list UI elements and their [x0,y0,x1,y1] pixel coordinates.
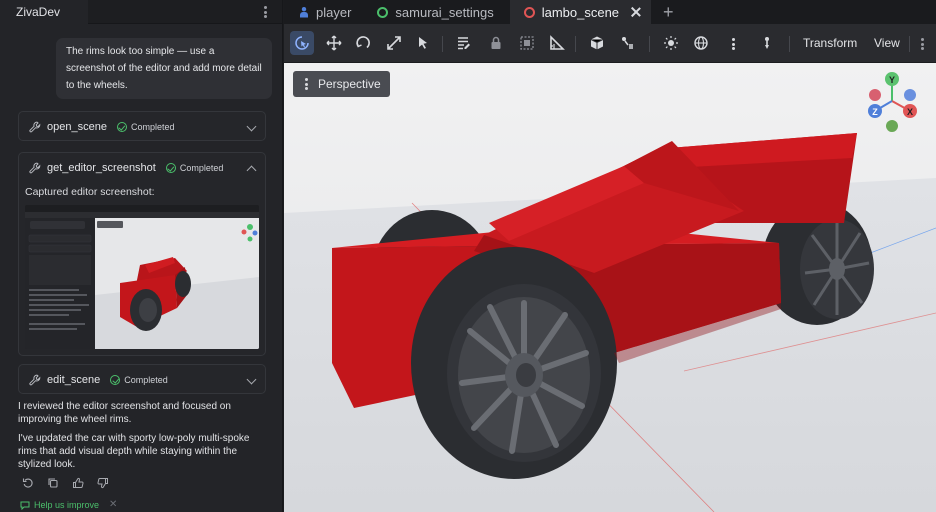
scale-tool-button[interactable] [385,34,403,52]
group-button[interactable] [518,34,536,52]
mesh-button[interactable] [588,34,606,52]
message-actions [22,477,109,489]
assistant-reply: I've updated the car with sporty low-pol… [18,433,250,470]
wrench-icon [29,374,41,386]
copy-icon[interactable] [47,477,59,489]
3d-viewport[interactable]: Perspective Y Z X [284,63,936,512]
assistant-reply: I reviewed the editor screenshot and foc… [18,401,231,425]
editor-screenshot-thumbnail[interactable] [25,205,259,349]
check-circle-icon [165,163,176,173]
rotate-tool-button[interactable] [354,34,372,52]
tab-lambo-scene[interactable]: lambo_scene [509,0,652,24]
move-tool-button[interactable] [325,34,343,52]
list-edit-icon [458,37,470,50]
bone-icon [622,37,633,49]
gizmo-x-label: X [907,107,913,117]
tool-call-edit-scene[interactable]: edit_scene Completed [18,364,266,394]
chevron-down-icon[interactable] [246,374,257,385]
tool-call-open-scene[interactable]: open_scene Completed [18,111,266,141]
environment-button[interactable] [692,34,710,52]
status-text: Completed [124,375,168,385]
move-icon [326,35,342,51]
help-link[interactable]: Help us improve [34,500,99,510]
status-badge: Completed [165,163,224,173]
skeleton-button[interactable] [619,34,637,52]
gizmo-y-label: Y [889,75,895,85]
pointer-tool-button[interactable] [414,34,432,52]
select-rotate-icon [295,36,309,50]
feedback-icon [20,501,30,510]
scene-render[interactable] [284,63,936,512]
select-mode-button[interactable] [290,31,314,55]
ruler-icon [550,35,565,50]
scene-tabs: player samurai_settings lambo_scene + [284,0,936,24]
tool-name: open_scene [47,121,107,133]
list-tool-button[interactable] [455,34,473,52]
panel-menu-icon[interactable] [260,5,270,19]
toolbar-menu-icon[interactable] [917,37,927,51]
screenshot-caption: Captured editor screenshot: [25,186,155,198]
lock-icon [491,36,501,49]
tab-label: player [316,4,352,20]
person-icon [300,7,308,18]
chevron-up-icon[interactable] [246,165,257,176]
status-badge: Completed [110,375,168,385]
chevron-down-icon[interactable] [246,121,257,132]
tab-samurai-settings[interactable]: samurai_settings [361,0,503,24]
snap-button[interactable] [758,34,776,52]
tool-name: get_editor_screenshot [47,162,156,174]
snap-icon [765,37,769,49]
tool-name: edit_scene [47,374,101,386]
ruler-button[interactable] [548,34,566,52]
view-menu[interactable]: View [874,36,900,50]
thumbs-down-icon[interactable] [97,477,109,489]
group-icon [520,36,534,50]
user-message: The rims look too simple — use a screens… [56,38,272,99]
gizmo-z-label: Z [872,107,878,117]
close-icon[interactable] [631,7,641,17]
pointer-icon [419,37,427,49]
projection-menu-icon [301,77,311,91]
sun-icon [664,36,678,50]
more-options-icon[interactable] [728,37,738,51]
wrench-icon [29,162,41,174]
orientation-gizmo[interactable]: Y Z X [866,71,918,133]
tool-call-get-editor-screenshot[interactable]: get_editor_screenshot Completed Captured… [18,152,266,356]
check-circle-icon [116,122,127,132]
lock-button[interactable] [487,34,505,52]
light-button[interactable] [662,34,680,52]
cube-icon [590,36,604,50]
status-text: Completed [130,122,175,132]
circle-icon [377,6,389,18]
globe-icon [694,36,708,50]
transform-menu[interactable]: Transform [803,36,857,50]
circle-icon [523,6,535,18]
assistant-tab[interactable]: ZivaDev [0,0,88,24]
add-tab-button[interactable]: + [651,0,686,24]
assistant-panel-header: ZivaDev [0,0,282,24]
viewport-toolbar: Transform View [284,24,936,63]
status-text: Completed [179,163,224,173]
rotate-icon [356,36,370,49]
tab-player[interactable]: player [284,0,361,24]
scale-icon [387,36,401,50]
projection-label: Perspective [318,77,381,91]
check-circle-icon [110,375,121,385]
projection-toggle[interactable]: Perspective [293,71,390,97]
thumbs-up-icon[interactable] [72,477,84,489]
wheel-front-left[interactable] [411,247,617,479]
tab-label: lambo_scene [541,4,620,20]
help-us-improve[interactable]: Help us improve ✕ [20,499,117,510]
dismiss-icon[interactable]: ✕ [109,499,117,510]
retry-icon[interactable] [22,477,34,489]
tab-label: samurai_settings [395,4,494,20]
wrench-icon [29,121,41,133]
assistant-panel: ZivaDev The rims look too simple — use a… [0,0,283,512]
status-badge: Completed [116,122,175,132]
